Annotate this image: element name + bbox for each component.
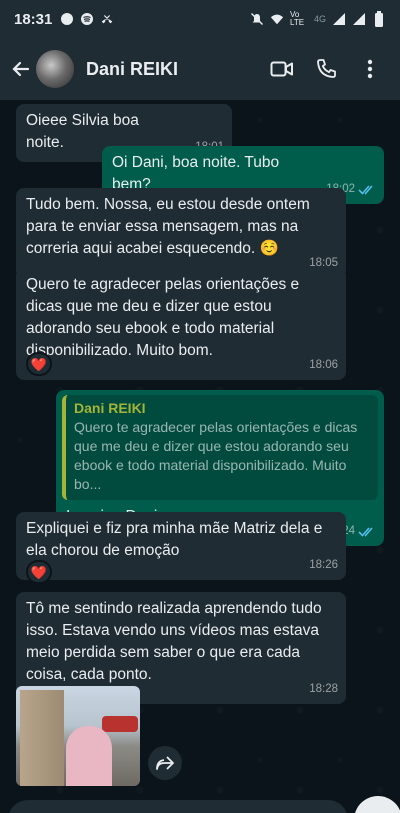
message-input[interactable] (8, 800, 348, 813)
more-vertical-icon[interactable] (348, 47, 392, 91)
message-meta: 18:26 (309, 554, 338, 576)
message-time: 18:06 (309, 359, 338, 371)
volte-label: Vo LTE (289, 10, 305, 27)
reaction-badge[interactable]: ❤️ (26, 352, 52, 376)
double-check-icon (358, 184, 373, 195)
arrow-left-icon[interactable] (8, 56, 34, 82)
reaction-badge[interactable]: ❤️ (26, 560, 52, 584)
quote-author: Dani REIKI (74, 400, 146, 416)
missed-call-icon (100, 12, 114, 26)
message-text: Tudo bem. Nossa, eu estou desde ontem pa… (26, 196, 310, 257)
quoted-message[interactable]: Dani REIKI Quero te agradecer pelas orie… (62, 395, 378, 500)
photo-pillar (20, 690, 64, 786)
photo-person (66, 726, 112, 786)
signal-2-icon (352, 12, 366, 26)
message-time: 18:28 (309, 683, 338, 695)
message-incoming[interactable]: Tudo bem. Nossa, eu estou desde ontem pa… (16, 188, 346, 278)
message-text: Tô me sentindo realizada aprendendo tudo… (26, 600, 322, 683)
double-check-icon (358, 526, 373, 537)
message-incoming[interactable]: Expliquei e fiz pra minha mãe Matriz del… (16, 512, 346, 580)
network-label: 4G (313, 14, 326, 24)
mic-button[interactable] (354, 796, 400, 813)
contact-name[interactable]: Dani REIKI (86, 59, 260, 80)
chat-area: Oieee Silvia boa noite. 18:01 Oi Dani, b… (0, 100, 400, 813)
heart-icon: ❤️ (30, 564, 48, 580)
signal-icon (332, 12, 346, 26)
message-incoming[interactable]: Quero te agradecer pelas orientações e d… (16, 268, 346, 380)
avatar[interactable] (36, 50, 74, 88)
battery-icon (372, 11, 386, 27)
message-text: Quero te agradecer pelas orientações e d… (26, 276, 300, 359)
image-message[interactable] (16, 686, 140, 786)
status-bar: 18:31 Vo LTE 4G (0, 0, 400, 38)
chat-header: Dani REIKI (0, 38, 400, 100)
quote-text: Quero te agradecer pelas orientações e d… (74, 419, 358, 492)
message-text: Expliquei e fiz pra minha mãe Matriz del… (26, 520, 323, 559)
heart-icon: ❤️ (30, 356, 48, 372)
mute-icon (250, 12, 264, 26)
message-meta: 18:28 (309, 678, 338, 700)
compose-bar (0, 794, 400, 813)
spotify-icon (80, 12, 94, 26)
wifi-icon (270, 12, 284, 26)
forward-icon[interactable] (148, 746, 182, 780)
chat-notification-icon (60, 12, 74, 26)
status-time: 18:31 (14, 10, 53, 28)
photo-car (102, 716, 138, 732)
message-meta: 18:06 (309, 354, 338, 376)
video-call-icon[interactable] (260, 47, 304, 91)
phone-call-icon[interactable] (304, 47, 348, 91)
message-time: 18:26 (309, 559, 338, 571)
